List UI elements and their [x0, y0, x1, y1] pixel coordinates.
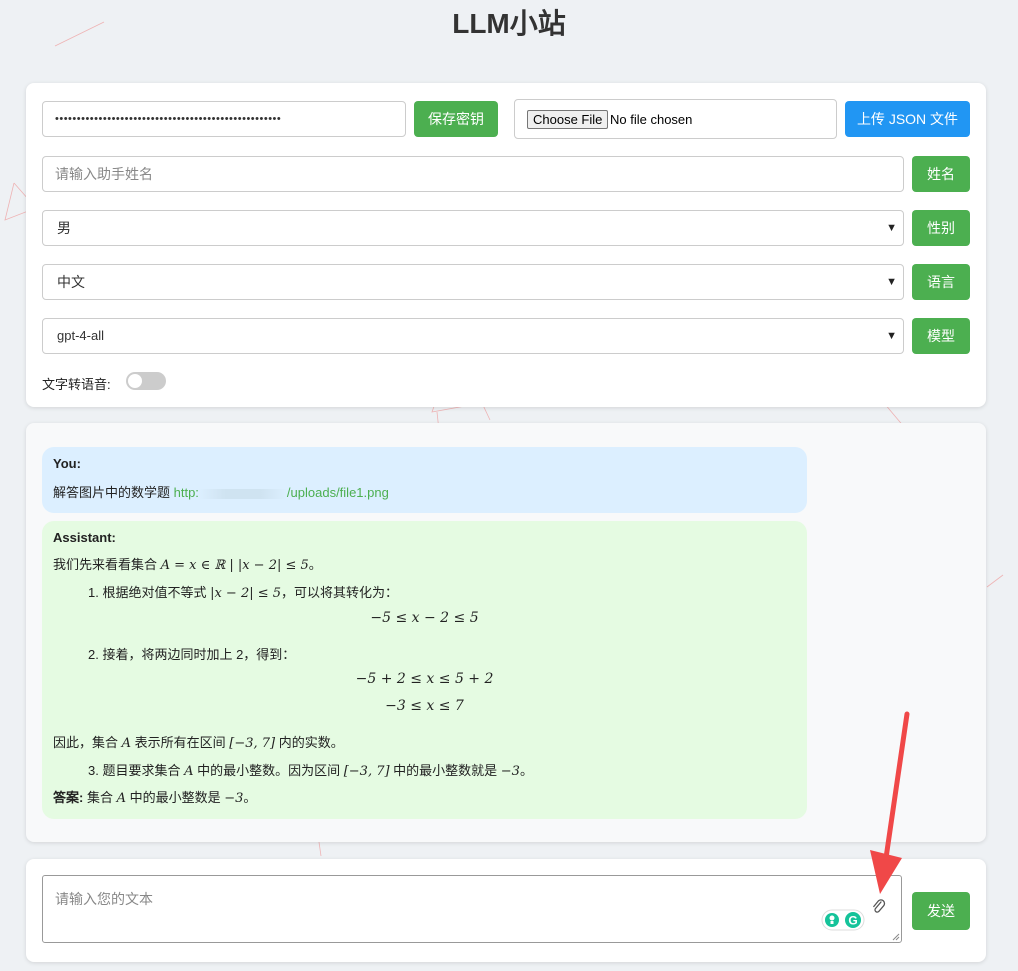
text: 我们先来看看集合: [53, 557, 161, 572]
assistant-name-input[interactable]: 请输入助手姓名: [42, 156, 904, 192]
chevron-down-icon: ▼: [886, 330, 897, 342]
math: A = x ∈ ℝ | |x − 2| ≤ 5: [160, 558, 309, 573]
text: 集合: [83, 790, 117, 805]
text: 中的最小整数。因为区间: [193, 763, 344, 778]
answer-line: 答案: 集合 A 中的最小整数是 −3。: [53, 787, 256, 806]
tts-label: 文字转语音:: [42, 377, 111, 392]
equation-1: −5 ≤ x − 2 ≤ 5: [370, 610, 479, 626]
user-text: 解答图片中的数学题: [53, 485, 174, 500]
text: 。: [519, 763, 533, 778]
toggle-knob: [128, 374, 142, 388]
composer-panel: 请输入您的文本 G 发送: [26, 859, 986, 962]
math: |x − 2| ≤ 5: [210, 586, 282, 601]
settings-panel: ••••••••••••••••••••••••••••••••••••••••…: [26, 83, 986, 407]
link-suffix: /uploads/file1.png: [286, 485, 389, 500]
link-prefix: http:: [173, 485, 199, 500]
math: −3: [224, 791, 244, 806]
api-key-row: ••••••••••••••••••••••••••••••••••••••••…: [42, 99, 970, 139]
resize-handle-icon[interactable]: [892, 933, 900, 941]
user-message: You: 解答图片中的数学题 http: /uploads/file1.png: [42, 447, 807, 513]
annotation-arrow: [870, 711, 910, 894]
model-button[interactable]: 模型: [912, 318, 970, 354]
paperclip-icon[interactable]: [872, 899, 886, 915]
choose-file-button[interactable]: Choose File: [527, 110, 609, 129]
step-3: 3. 题目要求集合 A 中的最小整数。因为区间 [−3, 7] 中的最小整数就是…: [88, 760, 533, 779]
language-button[interactable]: 语言: [912, 264, 970, 300]
text: 3. 题目要求集合: [88, 763, 185, 778]
model-row: gpt-4-all ▼ 模型: [42, 318, 970, 354]
json-file-input[interactable]: Choose File No file chosen: [514, 99, 837, 139]
save-key-button[interactable]: 保存密钥: [414, 101, 498, 137]
language-select-value: 中文: [57, 274, 85, 290]
equation-2: −5 + 2 ≤ x ≤ 5 + 2: [355, 671, 494, 687]
language-select[interactable]: 中文 ▼: [42, 264, 904, 300]
math: [−3, 7]: [229, 736, 276, 751]
message-text: 解答图片中的数学题 http: /uploads/file1.png: [53, 482, 389, 501]
redacted-host: [198, 488, 287, 499]
equation-3: −3 ≤ x ≤ 7: [385, 698, 464, 714]
chevron-down-icon: ▼: [886, 222, 897, 234]
message-role: Assistant:: [53, 530, 116, 545]
model-select[interactable]: gpt-4-all ▼: [42, 318, 904, 354]
message-textarea[interactable]: 请输入您的文本: [42, 875, 902, 943]
name-button[interactable]: 姓名: [912, 156, 970, 192]
gender-select[interactable]: 男 ▼: [42, 210, 904, 246]
upload-json-button[interactable]: 上传 JSON 文件: [845, 101, 970, 137]
text: 中的最小整数是: [125, 790, 225, 805]
text: 表示所有在区间: [131, 735, 230, 750]
textarea-placeholder: 请输入您的文本: [55, 891, 153, 907]
chevron-down-icon: ▼: [886, 276, 897, 288]
language-row: 中文 ▼ 语言: [42, 264, 970, 300]
intro-line: 我们先来看看集合 A = x ∈ ℝ | |x − 2| ≤ 5。: [53, 554, 322, 573]
math: −3: [500, 764, 520, 779]
assistant-message: Assistant: 我们先来看看集合 A = x ∈ ℝ | |x − 2| …: [42, 521, 807, 819]
text: 中的最小整数就是: [389, 763, 501, 778]
send-button[interactable]: 发送: [912, 892, 970, 930]
model-select-value: gpt-4-all: [57, 328, 104, 343]
text: 1. 根据绝对值不等式: [88, 585, 211, 600]
text: 。: [308, 557, 322, 572]
name-row: 请输入助手姓名 姓名: [42, 156, 970, 192]
svg-text:G: G: [848, 914, 857, 928]
chat-panel: You: 解答图片中的数学题 http: /uploads/file1.png A…: [26, 423, 986, 842]
file-status-text: No file chosen: [610, 112, 693, 127]
text: 内的实数。: [275, 735, 344, 750]
math: [−3, 7]: [343, 764, 390, 779]
answer-label: 答案:: [53, 790, 84, 805]
api-key-input[interactable]: ••••••••••••••••••••••••••••••••••••••••…: [42, 101, 406, 137]
grammarly-widget[interactable]: G: [821, 909, 865, 931]
text: ，可以将其转化为：: [281, 585, 399, 600]
therefore-line: 因此，集合 A 表示所有在区间 [−3, 7] 内的实数。: [53, 732, 344, 751]
gender-row: 男 ▼ 性别: [42, 210, 970, 246]
tts-toggle[interactable]: [126, 372, 166, 390]
text: 因此，集合: [53, 735, 122, 750]
message-role: You:: [53, 456, 81, 471]
math: A: [121, 736, 132, 751]
math: A: [116, 791, 126, 806]
gender-select-value: 男: [57, 220, 71, 236]
page-title: LLM小站: [452, 8, 566, 39]
step-1: 1. 根据绝对值不等式 |x − 2| ≤ 5，可以将其转化为：: [88, 582, 398, 601]
text: 。: [243, 790, 257, 805]
image-link[interactable]: http: /uploads/file1.png: [174, 485, 389, 500]
step-2: 2. 接着，将两边同时加上 2，得到：: [88, 647, 296, 662]
gender-button[interactable]: 性别: [912, 210, 970, 246]
